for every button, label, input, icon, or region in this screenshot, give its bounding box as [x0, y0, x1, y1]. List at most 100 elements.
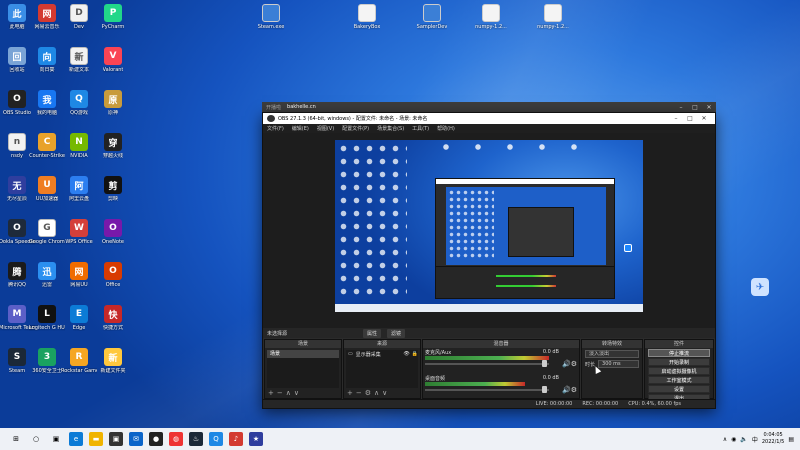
edge-icon[interactable]: e — [69, 432, 83, 446]
desktop-icon[interactable]: S Steam — [0, 348, 34, 374]
desktop-icon[interactable]: 穿穿越火线 — [96, 133, 130, 159]
desktop-icon[interactable]: V Valorant — [96, 47, 130, 73]
sources-toolbar[interactable]: +−⚙∧∨ — [347, 389, 390, 397]
desktop-icon[interactable]: R Rockstar Games — [61, 348, 97, 374]
desktop-icon[interactable]: N NVIDIA — [62, 133, 96, 159]
music-icon[interactable]: ♪ — [229, 432, 243, 446]
desktop-icon[interactable]: 向向日葵 — [30, 47, 64, 73]
desktop-icon[interactable]: numpy-1.2... — [536, 4, 570, 30]
volume-slider-handle[interactable] — [542, 386, 547, 393]
menu-item[interactable]: 场景集合(S) — [377, 125, 404, 132]
close-icon[interactable]: ✕ — [697, 115, 711, 122]
scenes-toolbar[interactable]: +−∧∨ — [268, 389, 302, 397]
desktop-icon[interactable]: U UU加速器 — [30, 176, 64, 202]
volume-icon[interactable]: 🔈 — [740, 436, 747, 443]
desktop-icon[interactable]: 我我的电脑 — [30, 90, 64, 116]
desktop-icon[interactable]: 剪剪映 — [96, 176, 130, 202]
desktop-icon[interactable]: L Logitech G HUB — [29, 305, 65, 331]
menu-item[interactable]: 编辑(E) — [292, 125, 309, 132]
volume-slider[interactable] — [425, 363, 549, 365]
desktop-icon[interactable]: 新新建文本 — [62, 47, 96, 73]
preview-canvas[interactable] — [335, 140, 643, 312]
tab-filters[interactable]: 滤镜 — [387, 328, 406, 338]
menu-item[interactable]: 视图(V) — [317, 125, 334, 132]
desktop-icon[interactable]: 原原神 — [96, 90, 130, 116]
desktop-icon[interactable]: 腾腾讯QQ — [0, 262, 34, 288]
close-icon[interactable]: ✕ — [702, 104, 716, 111]
preview-area[interactable] — [263, 133, 715, 328]
explorer-icon[interactable]: ▬ — [89, 432, 103, 446]
desktop-icon[interactable]: O Office — [96, 262, 130, 288]
tab-properties[interactable]: 属性 — [363, 328, 382, 338]
mail-icon[interactable]: ✉ — [129, 432, 143, 446]
settings-button[interactable]: 设置 — [648, 385, 710, 393]
duration-input[interactable]: 300 ms — [598, 360, 639, 368]
system-tray: ∧ ◉ 🔈 中 0:04:05 2022/1/5 ▤ — [723, 432, 800, 446]
menu-item[interactable]: 工具(T) — [412, 125, 429, 132]
store-icon[interactable]: ▣ — [109, 432, 123, 446]
network-icon[interactable]: ◉ — [731, 436, 736, 443]
desktop-icon[interactable]: P PyCharm — [96, 4, 130, 30]
obs-titlebar[interactable]: OBS 27.1.3 (64-bit, windows) - 配置文件: 未命名… — [263, 113, 715, 124]
taskview-icon[interactable]: ▣ — [49, 432, 63, 446]
maximize-icon[interactable]: □ — [688, 104, 702, 111]
scene-item[interactable]: 场景 — [267, 350, 339, 358]
studio-mode-button[interactable]: 工作室模式 — [648, 376, 710, 384]
desktop-icon[interactable]: 此此电脑 — [0, 4, 34, 30]
clock[interactable]: 0:04:05 2022/1/5 — [762, 432, 784, 446]
desktop-icon[interactable]: 无无尽星辰 — [0, 176, 34, 202]
desktop-icon[interactable]: numpy-1.2... — [474, 4, 508, 30]
desktop-icon[interactable]: E Edge — [62, 305, 96, 331]
qq-icon[interactable]: Q — [209, 432, 223, 446]
menu-item[interactable]: 配置文件(P) — [342, 125, 369, 132]
chevron-up-icon[interactable]: ∧ — [723, 436, 727, 443]
volume-slider[interactable] — [425, 389, 549, 391]
desktop-icon-label: UU加速器 — [35, 196, 59, 202]
chrome-icon[interactable]: ◍ — [169, 432, 183, 446]
desktop-icon[interactable]: 快快捷方式 — [96, 305, 130, 331]
volume-slider-handle[interactable] — [542, 360, 547, 367]
desktop-icon[interactable]: Q QQ游戏 — [62, 90, 96, 116]
steam-icon[interactable]: ♨ — [189, 432, 203, 446]
minimize-icon[interactable]: – — [674, 104, 688, 111]
speaker-icon[interactable]: 🔊⚙ — [562, 386, 577, 394]
desktop-icon[interactable]: D Dev — [62, 4, 96, 30]
desktop-icon[interactable]: O OneNote — [96, 219, 130, 245]
desktop-icon[interactable]: 阿阿里云盘 — [62, 176, 96, 202]
virtual-camera-button[interactable]: 启动虚拟摄像机 — [648, 367, 710, 375]
speaker-icon[interactable]: 🔊⚙ — [562, 360, 577, 368]
search-icon[interactable]: ○ — [29, 432, 43, 446]
desktop-icon[interactable]: Steam.exe — [254, 4, 288, 30]
menu-item[interactable]: 文件(F) — [267, 125, 284, 132]
desktop-icon-label: Counter-Strike — [29, 153, 65, 159]
desktop-icon[interactable]: 回回收站 — [0, 47, 34, 73]
desktop-icon[interactable]: 3 360安全卫士 — [30, 348, 64, 374]
desktop-icon[interactable]: O OBS Studio — [0, 90, 34, 116]
desktop-icon[interactable]: 网网易云音乐 — [30, 4, 64, 30]
lock-icon[interactable]: 🔒 — [412, 351, 418, 357]
desktop-icon[interactable]: G Google Chrome — [29, 219, 65, 245]
obs-icon[interactable]: ● — [149, 432, 163, 446]
desktop-icon-label: PyCharm — [101, 24, 125, 30]
source-item[interactable]: 显示器采集 — [356, 351, 381, 358]
background-window-titlebar[interactable]: 开播啦 bakhelle.cn – □ ✕ — [262, 102, 716, 112]
desktop-icon[interactable]: 网网易UU — [62, 262, 96, 288]
start-icon[interactable]: ⊞ — [9, 432, 23, 446]
desktop-icon[interactable]: SamplerDev — [415, 4, 449, 30]
desktop-icon[interactable]: BakeryBox — [350, 4, 384, 30]
floating-assistant-icon[interactable]: ✈ — [751, 278, 769, 296]
minimize-icon[interactable]: – — [669, 115, 683, 122]
desktop-icon[interactable]: W WPS Office — [62, 219, 96, 245]
desktop-icon[interactable]: 新新建文件夹 — [96, 348, 130, 374]
menu-item[interactable]: 帮助(H) — [437, 125, 455, 132]
game-icon[interactable]: ★ — [249, 432, 263, 446]
start-recording-button[interactable]: 开始录制 — [648, 358, 710, 366]
stop-streaming-button[interactable]: 停止推流 — [648, 349, 710, 357]
visibility-eye-icon[interactable]: 👁 — [403, 351, 409, 357]
notification-icon[interactable]: ▤ — [788, 436, 794, 443]
ime-indicator[interactable]: 中 — [752, 435, 758, 444]
maximize-icon[interactable]: □ — [683, 115, 697, 122]
desktop-icon[interactable]: C Counter-Strike — [29, 133, 65, 159]
desktop-icon[interactable]: 迅迅雷 — [30, 262, 64, 288]
transition-select[interactable]: 淡入淡出 — [585, 350, 639, 358]
